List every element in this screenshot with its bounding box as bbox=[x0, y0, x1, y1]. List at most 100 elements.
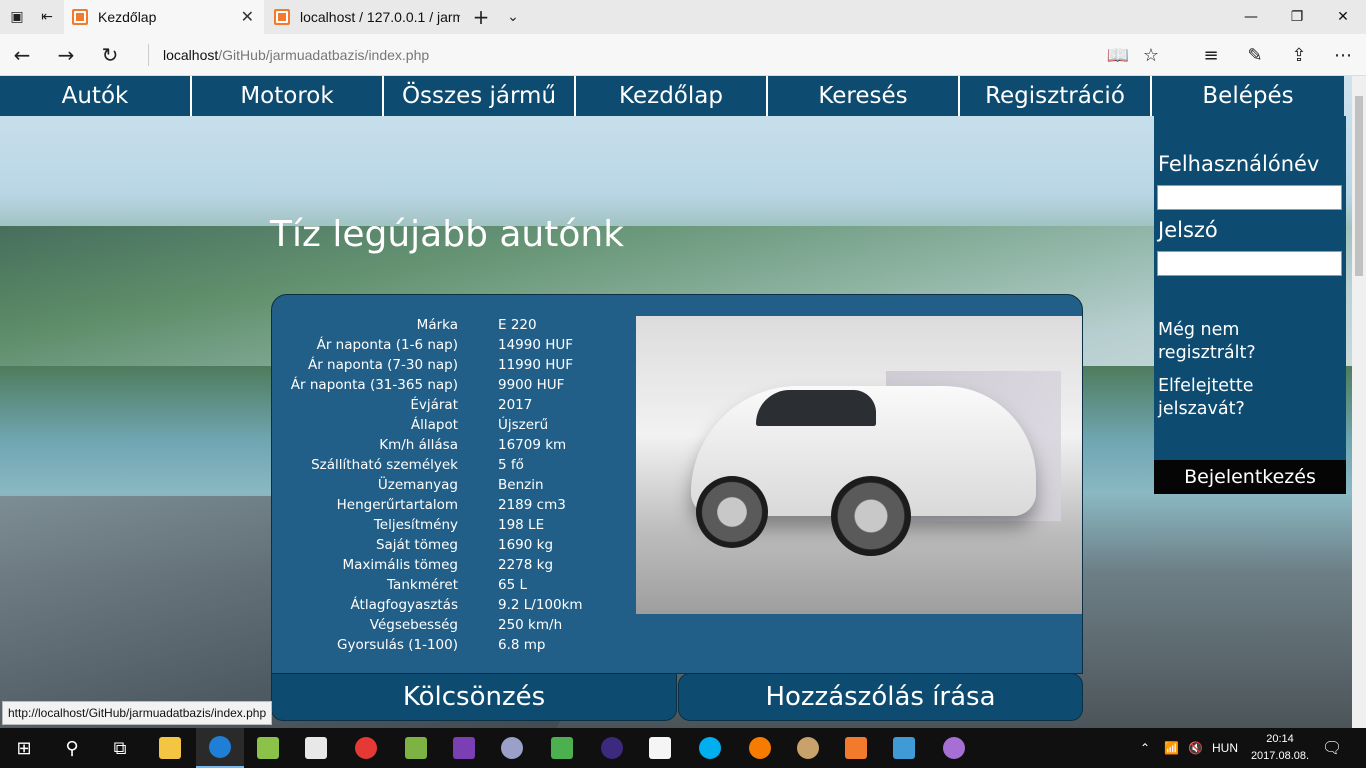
close-tab-icon[interactable]: ✕ bbox=[241, 7, 254, 27]
login-submit-button[interactable]: Bejelentkezés bbox=[1154, 460, 1346, 494]
network-icon[interactable]: 📶 bbox=[1164, 728, 1179, 768]
car-image bbox=[636, 316, 1082, 614]
search-icon[interactable]: ⚲ bbox=[48, 728, 96, 768]
notification-center-icon[interactable]: 🗨 bbox=[1322, 728, 1342, 768]
back-icon[interactable]: ← bbox=[0, 34, 44, 76]
spec-value: Újszerű bbox=[498, 417, 549, 433]
restore-icon[interactable]: ❐ bbox=[1274, 0, 1320, 34]
web-note-icon[interactable]: ✎ bbox=[1233, 34, 1277, 76]
favorite-star-icon[interactable]: ☆ bbox=[1129, 34, 1173, 76]
app-swirl-icon[interactable] bbox=[488, 728, 536, 768]
username-input[interactable] bbox=[1157, 185, 1342, 210]
spec-row: Hengerűrtartalom 2189 cm3 bbox=[272, 495, 632, 515]
spec-row: Km/h állása 16709 km bbox=[272, 435, 632, 455]
avast-icon[interactable] bbox=[736, 728, 784, 768]
nav-kezdolap[interactable]: Kezdőlap bbox=[576, 76, 768, 116]
spec-value: 2017 bbox=[498, 397, 533, 413]
set-aside-tabs-icon[interactable]: ⇤ bbox=[32, 0, 62, 34]
show-hidden-icons-icon[interactable]: ⌃ bbox=[1140, 728, 1150, 768]
skype-icon[interactable] bbox=[686, 728, 734, 768]
file-explorer-icon[interactable] bbox=[146, 728, 194, 768]
link-status-tooltip: http://localhost/GitHub/jarmuadatbazis/i… bbox=[2, 701, 273, 725]
task-view-icon[interactable]: ⧉ bbox=[96, 728, 144, 768]
spec-row: Állapot Újszerű bbox=[272, 415, 632, 435]
store-icon[interactable] bbox=[292, 728, 340, 768]
new-tab-icon[interactable]: + bbox=[466, 0, 496, 34]
notepad-plus-icon[interactable] bbox=[244, 728, 292, 768]
spec-value: 11990 HUF bbox=[498, 357, 574, 373]
nav-kereses[interactable]: Keresés bbox=[768, 76, 960, 116]
username-label: Felhasználónév bbox=[1158, 152, 1320, 176]
tab-phpmyadmin[interactable]: localhost / 127.0.0.1 / jarmu bbox=[266, 0, 464, 34]
forward-icon[interactable]: → bbox=[44, 34, 88, 76]
spec-label: Km/h állása bbox=[379, 437, 458, 453]
xampp-favicon-icon bbox=[72, 9, 88, 25]
url-path: /GitHub/jarmuadatbazis/index.php bbox=[218, 47, 430, 63]
rent-button[interactable]: Kölcsönzés bbox=[271, 673, 677, 721]
github-desktop-icon[interactable] bbox=[930, 728, 978, 768]
spec-value: 16709 km bbox=[498, 437, 567, 453]
chrome-icon[interactable] bbox=[342, 728, 390, 768]
not-registered-link[interactable]: Még nem regisztrált? bbox=[1158, 319, 1338, 365]
spec-row: Szállítható személyek 5 fő bbox=[272, 455, 632, 475]
spec-value: Benzin bbox=[498, 477, 544, 493]
car-spec-list: Márka E 220 Ár naponta (1-6 nap) 14990 HUF Á… bbox=[272, 315, 632, 655]
volume-muted-icon[interactable]: 🔇 bbox=[1188, 728, 1203, 768]
paint-icon[interactable] bbox=[784, 728, 832, 768]
tab-actions-icon[interactable]: ▣ bbox=[2, 0, 32, 34]
login-panel: Felhasználónév Jelszó Még nem regisztrál… bbox=[1154, 116, 1346, 494]
spec-label: Ár naponta (1-6 nap) bbox=[316, 337, 458, 353]
spec-value: 5 fő bbox=[498, 457, 524, 473]
browser-address-bar: ← → ↻ localhost/GitHub/jarmuadatbazis/in… bbox=[0, 34, 1366, 76]
git-gui-icon[interactable] bbox=[392, 728, 440, 768]
minimize-icon[interactable]: — bbox=[1228, 0, 1274, 34]
spec-label: Végsebesség bbox=[369, 617, 458, 633]
spec-value: 14990 HUF bbox=[498, 337, 574, 353]
input-language[interactable]: HUN bbox=[1212, 728, 1238, 768]
nav-belepes[interactable]: Belépés bbox=[1152, 76, 1344, 116]
spec-label: Gyorsulás (1-100) bbox=[337, 637, 458, 653]
more-icon[interactable]: ⋯ bbox=[1321, 34, 1365, 76]
system-clock[interactable]: 20:14 2017.08.08. bbox=[1250, 731, 1310, 765]
spec-value: 6.8 mp bbox=[498, 637, 546, 653]
write-comment-button[interactable]: Hozzászólás írása bbox=[678, 673, 1083, 721]
spec-label: Ár naponta (7-30 nap) bbox=[307, 357, 458, 373]
nav-motorok[interactable]: Motorok bbox=[192, 76, 384, 116]
edge-icon[interactable] bbox=[196, 728, 244, 768]
share-icon[interactable]: ⇪ bbox=[1277, 34, 1321, 76]
spec-value: 198 LE bbox=[498, 517, 545, 533]
spec-row: Végsebesség 250 km/h bbox=[272, 615, 632, 635]
password-input[interactable] bbox=[1157, 251, 1342, 276]
xampp-icon[interactable] bbox=[832, 728, 880, 768]
tab-preview-chevron-icon[interactable]: ⌄ bbox=[498, 0, 528, 34]
mail-icon[interactable] bbox=[636, 728, 684, 768]
camtasia-icon[interactable] bbox=[538, 728, 586, 768]
spec-row: Évjárat 2017 bbox=[272, 395, 632, 415]
spec-row: Üzemanyag Benzin bbox=[272, 475, 632, 495]
spec-label: Üzemanyag bbox=[377, 477, 458, 493]
car-image-front-wheel bbox=[831, 476, 911, 556]
page-scrollbar[interactable] bbox=[1352, 76, 1366, 728]
spec-value: E 220 bbox=[498, 317, 537, 333]
spec-row: Ár naponta (31-365 nap) 9900 HUF bbox=[272, 375, 632, 395]
forgot-password-link[interactable]: Elfelejtette jelszavát? bbox=[1158, 375, 1338, 421]
nav-autok[interactable]: Autók bbox=[0, 76, 192, 116]
nav-regisztracio[interactable]: Regisztráció bbox=[960, 76, 1152, 116]
visual-studio-icon[interactable] bbox=[440, 728, 488, 768]
url-field[interactable]: localhost/GitHub/jarmuadatbazis/index.ph… bbox=[148, 44, 429, 66]
hub-icon[interactable]: ≡ bbox=[1189, 34, 1233, 76]
tab-kezdolap[interactable]: Kezdőlap ✕ bbox=[64, 0, 264, 34]
refresh-icon[interactable]: ↻ bbox=[88, 34, 132, 76]
eclipse-icon[interactable] bbox=[588, 728, 636, 768]
nav-osszes-jarmu[interactable]: Összes jármű bbox=[384, 76, 576, 116]
spec-value: 2189 cm3 bbox=[498, 497, 566, 513]
close-window-icon[interactable]: ✕ bbox=[1320, 0, 1366, 34]
start-icon[interactable]: ⊞ bbox=[0, 728, 48, 768]
clock-time: 20:14 bbox=[1266, 733, 1294, 745]
page-viewport: Autók Motorok Összes jármű Kezdőlap Kere… bbox=[0, 76, 1352, 728]
spec-row: Márka E 220 bbox=[272, 315, 632, 335]
scrollbar-thumb[interactable] bbox=[1355, 96, 1363, 276]
spec-label: Teljesítmény bbox=[373, 517, 458, 533]
gitkraken-icon[interactable] bbox=[880, 728, 928, 768]
spec-label: Márka bbox=[416, 317, 458, 333]
